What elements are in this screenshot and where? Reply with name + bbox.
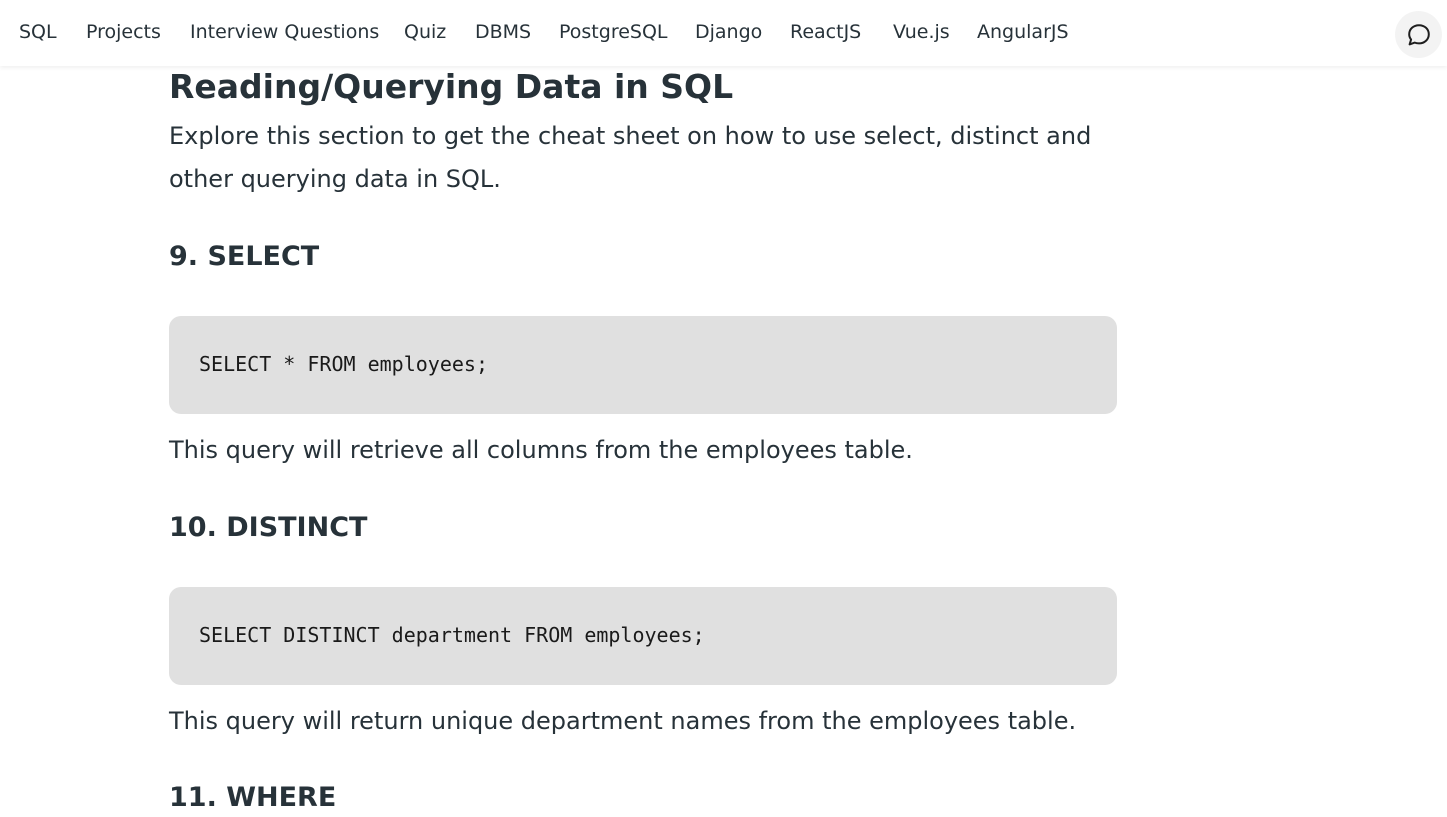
description-select: This query will retrieve all columns fro… bbox=[169, 436, 913, 464]
nav-item-sql[interactable]: SQL bbox=[19, 18, 57, 46]
heading-select: 9. SELECT bbox=[169, 241, 320, 272]
nav-item-vuejs[interactable]: Vue.js bbox=[893, 18, 950, 46]
code-block-select: SELECT * FROM employees; bbox=[169, 316, 1117, 414]
code-block-distinct: SELECT DISTINCT department FROM employee… bbox=[169, 587, 1117, 685]
heading-where: 11. WHERE bbox=[169, 782, 337, 813]
chat-button[interactable] bbox=[1395, 11, 1442, 58]
nav-item-projects[interactable]: Projects bbox=[86, 18, 161, 46]
top-navigation-bar: SQL Projects Interview Questions Quiz DB… bbox=[0, 0, 1447, 66]
code-distinct: SELECT DISTINCT department FROM employee… bbox=[199, 623, 705, 647]
nav-item-django[interactable]: Django bbox=[695, 18, 762, 46]
nav-item-reactjs[interactable]: ReactJS bbox=[790, 18, 861, 46]
nav-item-dbms[interactable]: DBMS bbox=[475, 18, 531, 46]
chat-bubble-icon bbox=[1407, 23, 1430, 45]
code-select: SELECT * FROM employees; bbox=[199, 352, 488, 376]
nav-item-postgresql[interactable]: PostgreSQL bbox=[559, 18, 668, 46]
section-intro: Explore this section to get the cheat sh… bbox=[169, 122, 1092, 193]
nav-item-quiz[interactable]: Quiz bbox=[404, 18, 446, 46]
section-title: Reading/Querying Data in SQL bbox=[169, 67, 734, 106]
nav-item-interview-questions[interactable]: Interview Questions bbox=[190, 18, 379, 46]
nav-item-angularjs[interactable]: AngularJS bbox=[977, 18, 1069, 46]
heading-distinct: 10. DISTINCT bbox=[169, 512, 368, 543]
description-distinct: This query will return unique department… bbox=[169, 707, 1077, 735]
